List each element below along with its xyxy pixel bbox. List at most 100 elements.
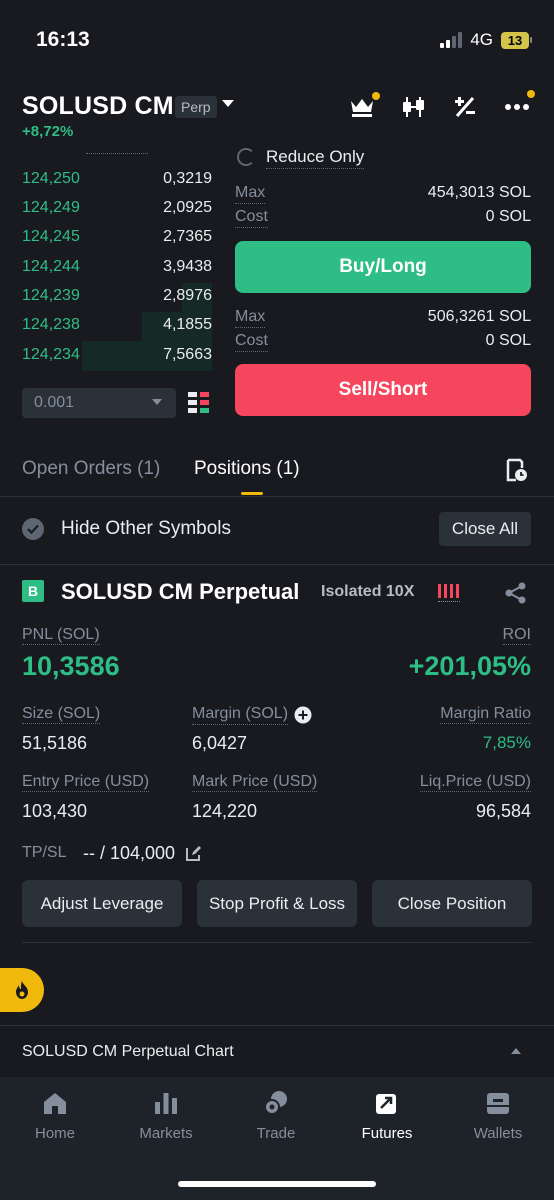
orderbook-price: 124,234 (22, 346, 80, 363)
price-change: +8,72% (22, 123, 74, 140)
nav-markets-label: Markets (139, 1125, 193, 1142)
signal-icon (440, 32, 463, 48)
nav-home-label: Home (34, 1125, 75, 1142)
buy-long-button[interactable]: Buy/Long (235, 241, 531, 293)
orderbook-row[interactable]: 124,238 4,1855 (22, 316, 212, 345)
wallet-icon (487, 1093, 509, 1114)
orderbook-divider (86, 153, 148, 154)
add-margin-icon[interactable] (294, 706, 312, 724)
home-icon (44, 1093, 66, 1114)
battery-icon: 13 (501, 31, 532, 49)
orderbook-price: 124,249 (22, 199, 80, 216)
candlestick-icon[interactable] (400, 94, 428, 120)
orderbook-row[interactable]: 124,249 2,0925 (22, 199, 212, 228)
orderbook-price: 124,245 (22, 228, 80, 245)
reduce-only-radio[interactable] (237, 148, 255, 166)
nav-wallets[interactable]: Wallets (453, 1090, 543, 1142)
orderbook-qty: 4,1855 (163, 316, 212, 333)
orderbook-row[interactable]: 124,245 2,7365 (22, 228, 212, 257)
orderbook-row[interactable]: 124,250 0,3219 (22, 170, 212, 199)
position-side-badge: B (22, 580, 44, 602)
share-icon[interactable] (505, 582, 527, 604)
buy-cost-value: 0 SOL (485, 208, 531, 225)
reduce-only-label[interactable]: Reduce Only (266, 147, 364, 167)
nav-home[interactable]: Home (10, 1090, 100, 1142)
tab-open-orders[interactable]: Open Orders (1) (22, 458, 160, 480)
pnl-label: PNL (SOL) (22, 626, 100, 645)
sell-short-button[interactable]: Sell/Short (235, 364, 531, 416)
liq-price-label: Liq.Price (USD) (419, 773, 531, 792)
network-label: 4G (470, 30, 493, 49)
edit-icon[interactable] (185, 845, 202, 862)
chart-bar-label[interactable]: SOLUSD CM Perpetual Chart (22, 1043, 234, 1061)
chevron-up-icon[interactable] (511, 1048, 521, 1054)
buy-max-value: 454,3013 SOL (427, 184, 531, 201)
buy-max-row: Max 454,3013 SOL (235, 184, 531, 204)
orderbook-price: 124,244 (22, 258, 80, 275)
liq-price-value: 96,584 (475, 801, 531, 821)
status-time: 16:13 (36, 28, 90, 51)
buy-cost-label: Cost (235, 208, 268, 228)
orderbook-qty: 7,5663 (163, 346, 212, 363)
close-position-button[interactable]: Close Position (372, 880, 532, 927)
stop-profit-loss-button[interactable]: Stop Profit & Loss (197, 880, 357, 927)
perp-badge: Perp (175, 96, 217, 118)
orderbook-qty: 3,9438 (163, 258, 212, 275)
margin-ratio-value: 7,85% (482, 733, 531, 752)
orderbook-qty: 0,3219 (163, 170, 212, 187)
roi-label: ROI (502, 626, 531, 645)
orderbook-layout-icon[interactable] (188, 392, 210, 414)
crown-icon[interactable] (348, 92, 380, 120)
entry-price-label: Entry Price (USD) (22, 773, 150, 792)
hide-other-symbols-checkbox[interactable] (22, 518, 44, 540)
orderbook-row[interactable]: 124,239 2,8976 (22, 287, 212, 316)
adl-indicator-icon[interactable] (438, 584, 459, 598)
flame-icon[interactable] (0, 968, 44, 1012)
caret-down-icon[interactable] (152, 399, 162, 405)
nav-futures-label: Futures (361, 1125, 413, 1142)
adjust-leverage-button[interactable]: Adjust Leverage (22, 880, 182, 927)
markets-icon (155, 1093, 177, 1114)
calculator-icon[interactable] (451, 94, 479, 120)
entry-price-value: 103,430 (22, 801, 88, 821)
close-all-button[interactable]: Close All (439, 512, 531, 546)
margin-mode-label[interactable]: Isolated 10X (321, 583, 414, 601)
buy-max-label: Max (235, 184, 266, 204)
mark-price-value: 124,220 (192, 801, 258, 821)
nav-futures[interactable]: Futures (342, 1090, 432, 1142)
sell-max-row: Max 506,3261 SOL (235, 308, 531, 328)
symbol-title[interactable]: SOLUSD CM (22, 92, 174, 121)
buy-cost-row: Cost 0 SOL (235, 208, 531, 228)
nav-trade[interactable]: Trade (231, 1090, 321, 1142)
sell-cost-label: Cost (235, 332, 268, 352)
size-label: Size (SOL) (22, 705, 101, 724)
sell-cost-row: Cost 0 SOL (235, 332, 531, 352)
margin-ratio-label: Margin Ratio (440, 705, 531, 724)
futures-icon (376, 1090, 400, 1114)
tab-active-indicator (241, 492, 263, 495)
orderbook-row[interactable]: 124,234 7,5663 (22, 346, 212, 375)
margin-value: 6,0427 (192, 733, 248, 753)
tab-positions[interactable]: Positions (1) (194, 458, 300, 480)
order-history-icon[interactable] (506, 458, 528, 482)
trade-icon (264, 1091, 287, 1115)
pnl-value: 10,3586 (22, 651, 120, 681)
orderbook-qty: 2,7365 (163, 228, 212, 245)
orderbook-row[interactable]: 124,244 3,9438 (22, 258, 212, 287)
position-title[interactable]: SOLUSD CM Perpetual (61, 579, 299, 605)
caret-down-icon[interactable] (222, 100, 234, 107)
orderbook-qty: 2,0925 (163, 199, 212, 216)
tpsl-label: TP/SL (22, 844, 67, 861)
orderbook-qty: 2,8976 (163, 287, 212, 304)
orderbook-price: 124,250 (22, 170, 80, 187)
nav-markets[interactable]: Markets (121, 1090, 211, 1142)
battery-level: 13 (501, 31, 529, 49)
hide-other-symbols-label[interactable]: Hide Other Symbols (61, 518, 231, 540)
roi-value: +201,05% (408, 651, 531, 681)
margin-label: Margin (SOL) (192, 705, 289, 725)
nav-trade-label: Trade (256, 1125, 296, 1142)
mark-price-label: Mark Price (USD) (192, 773, 318, 792)
sell-max-label: Max (235, 308, 266, 328)
orderbook-price: 124,238 (22, 316, 80, 333)
more-icon[interactable] (503, 90, 535, 120)
